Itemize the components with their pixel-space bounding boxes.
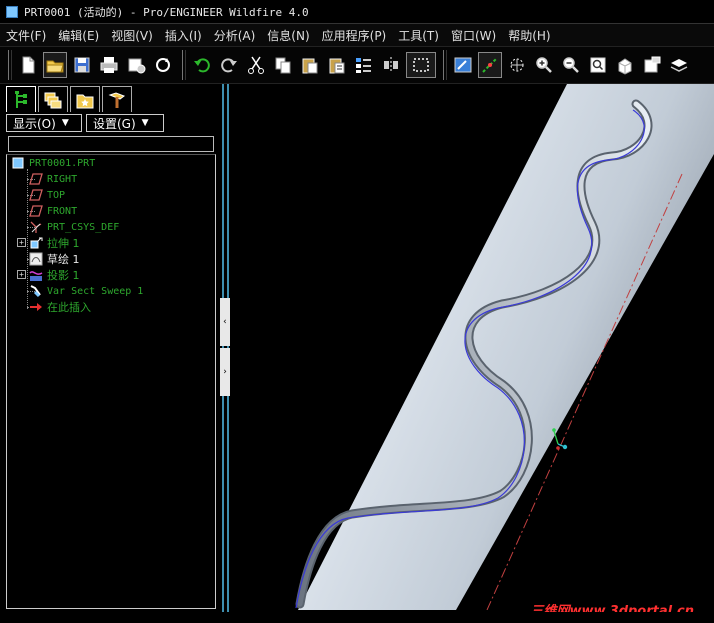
model-tree: PRT0001.PRT RIGHT TOP FRONT PRT_CSYS_DEF… [6,154,216,609]
model-tree-icon[interactable] [6,86,36,112]
regenerate-icon[interactable] [151,52,175,78]
csys-icon [29,220,43,234]
tree-item-label: RIGHT [47,173,78,185]
save-icon[interactable] [70,52,94,78]
panel-splitter[interactable]: ‹ › [218,84,232,616]
tree-item-label: 拉伸 1 [47,237,80,250]
redo-icon[interactable] [217,52,241,78]
zoom-in-icon[interactable] [532,52,556,78]
datum-plane-icon [29,188,43,202]
refit-icon[interactable] [586,52,610,78]
cut-icon[interactable] [244,52,268,78]
settings-dropdown[interactable]: 设置(G) ▼ [86,114,164,132]
menu-window[interactable]: 窗口(W) [451,27,496,44]
navigator-dropdowns: 显示(O) ▼ 设置(G) ▼ [6,114,168,134]
spin-center-icon[interactable] [478,52,502,78]
tree-item-var-sweep[interactable]: Var Sect Sweep 1 [29,283,143,299]
expand-toggle[interactable]: + [17,270,26,279]
toolbar-separator [8,50,12,80]
datum-plane-icon [29,172,43,186]
undo-icon[interactable] [190,52,214,78]
layers-icon[interactable] [667,52,691,78]
tree-item-front[interactable]: FRONT [29,203,77,219]
tree-item-label: Var Sect Sweep 1 [47,285,144,297]
toolbar-separator [182,50,186,80]
extrude-icon [29,236,43,250]
show-dropdown-label: 显示(O) [13,116,56,131]
tree-item-label: 投影 1 [47,269,80,282]
status-bar [0,612,714,623]
datum-plane-icon [29,204,43,218]
copy-icon[interactable] [271,52,295,78]
paste-special-icon[interactable] [325,52,349,78]
tree-item-top[interactable]: TOP [29,187,65,203]
menu-file[interactable]: 文件(F) [6,27,46,44]
saved-views-icon[interactable] [640,52,664,78]
app-icon [6,5,18,18]
graphics-window[interactable] [232,84,714,610]
favorites-tab-icon[interactable] [70,86,100,112]
menu-help[interactable]: 帮助(H) [508,27,550,44]
mirror-icon[interactable] [379,52,403,78]
tree-item-project[interactable]: 投影 1 [29,267,80,283]
tree-item-label: PRT0001.PRT [29,157,96,169]
paste-icon[interactable] [298,52,322,78]
menu-view[interactable]: 视图(V) [111,27,153,44]
collapse-left-icon[interactable]: ‹ [220,298,230,346]
menu-tools[interactable]: 工具(T) [398,27,439,44]
menu-bar: 文件(F) 编辑(E) 视图(V) 插入(I) 分析(A) 信息(N) 应用程序… [0,24,714,46]
tree-item-label: 在此插入 [47,301,91,314]
tree-item-insert-here[interactable]: 在此插入 [29,299,91,315]
layers-tab-icon[interactable] [38,86,68,112]
select-box-icon[interactable] [406,52,436,78]
part-icon [11,156,25,170]
toolbar-separator [443,50,447,80]
open-icon[interactable] [43,52,67,78]
tree-item-label: FRONT [47,205,78,217]
menu-edit[interactable]: 编辑(E) [58,27,99,44]
tree-filter-field[interactable] [8,136,214,152]
navigator-panel: 显示(O) ▼ 设置(G) ▼ PRT0001.PRT RIGHT TOP FR… [0,84,222,616]
tree-connector [27,169,28,309]
menu-info[interactable]: 信息(N) [267,27,309,44]
connections-tab-icon[interactable] [102,86,132,112]
repaint-icon[interactable] [451,52,475,78]
chevron-down-icon: ▼ [141,118,149,128]
navigator-tabs [6,86,134,112]
tree-item-label: TOP [47,189,66,201]
main-toolbar [0,46,714,84]
send-icon[interactable] [124,52,148,78]
settings-dropdown-label: 设置(G) [93,116,136,131]
menu-applications[interactable]: 应用程序(P) [322,27,387,44]
new-icon[interactable] [16,52,40,78]
tree-item-label: PRT_CSYS_DEF [47,221,120,233]
tree-item-extrude[interactable]: 拉伸 1 [29,235,80,251]
sketch-icon [29,252,43,266]
print-icon[interactable] [97,52,121,78]
insert-here-arrow-icon [29,300,43,314]
tree-item-root[interactable]: PRT0001.PRT [11,155,95,171]
menu-insert[interactable]: 插入(I) [165,27,202,44]
chevron-down-icon: ▼ [61,118,69,128]
var-sweep-icon [29,284,43,298]
menu-analysis[interactable]: 分析(A) [214,27,256,44]
orient-icon[interactable] [505,52,529,78]
tree-item-label: 草绘 1 [47,253,80,266]
window-title: PRT0001 (活动的) - Pro/ENGINEER Wildfire 4.… [24,5,309,19]
expand-right-icon[interactable]: › [220,348,230,396]
regen-manager-icon[interactable] [352,52,376,78]
view-manager-icon[interactable] [613,52,637,78]
tree-item-sketch[interactable]: 草绘 1 [29,251,80,267]
expand-toggle[interactable]: + [17,238,26,247]
tree-item-csys[interactable]: PRT_CSYS_DEF [29,219,119,235]
show-dropdown[interactable]: 显示(O) ▼ [6,114,82,132]
cylinder-body [298,84,714,610]
title-bar: PRT0001 (活动的) - Pro/ENGINEER Wildfire 4.… [0,0,714,24]
zoom-out-icon[interactable] [559,52,583,78]
project-icon [29,268,43,282]
csys-triad [552,428,568,450]
model-view [295,84,714,610]
tree-item-right[interactable]: RIGHT [29,171,77,187]
